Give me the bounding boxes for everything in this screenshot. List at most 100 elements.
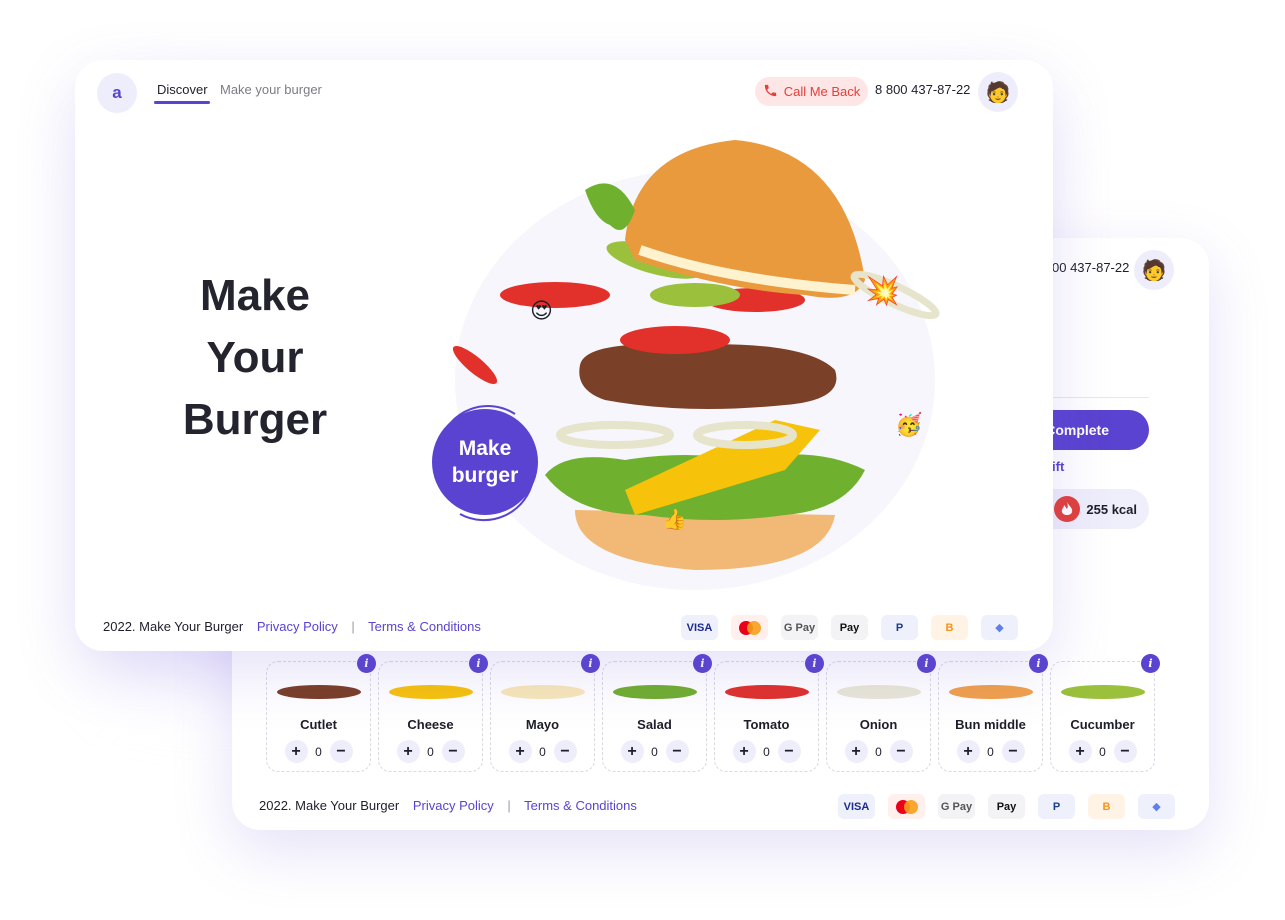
plus-button[interactable]: +: [844, 740, 868, 763]
plus-button[interactable]: +: [732, 740, 756, 763]
quantity-value: 0: [315, 744, 322, 759]
plus-button[interactable]: +: [284, 740, 308, 763]
ingredient-name: Bun middle: [955, 717, 1026, 732]
ingredient-name: Salad: [637, 717, 672, 732]
apple-pay-icon: Pay: [831, 615, 868, 640]
minus-button[interactable]: −: [777, 740, 801, 763]
footer: 2022. Make Your Burger Privacy Policy | …: [259, 798, 637, 813]
hero-title: Make Your Burger: [155, 265, 355, 451]
terms-link[interactable]: Terms & Conditions: [524, 798, 637, 813]
paypal-icon: P: [1038, 794, 1075, 819]
minus-button[interactable]: −: [889, 740, 913, 763]
explosion-icon: 💥: [865, 275, 900, 306]
ingredient-name: Onion: [859, 717, 898, 732]
ingredient-name: Cucumber: [1070, 717, 1135, 732]
quantity-stepper: + 0 −: [939, 740, 1042, 763]
quantity-value: 0: [651, 744, 658, 759]
terms-link[interactable]: Terms & Conditions: [368, 619, 481, 634]
footer: 2022. Make Your Burger Privacy Policy | …: [103, 619, 481, 634]
ingredient-card: i Onion + 0 −: [826, 654, 936, 772]
make-burger-label: Make: [458, 437, 512, 460]
quantity-stepper: + 0 −: [603, 740, 706, 763]
quantity-stepper: + 0 −: [1051, 740, 1154, 763]
party-emoji-icon: 🥳: [895, 412, 923, 437]
bitcoin-icon: B: [931, 615, 968, 640]
logo[interactable]: a: [97, 73, 137, 113]
flame-icon: [1054, 496, 1081, 522]
minus-button[interactable]: −: [441, 740, 465, 763]
quantity-value: 0: [1099, 744, 1106, 759]
phone-icon: [763, 83, 778, 101]
user-avatar-icon[interactable]: 🧑: [1134, 250, 1174, 290]
info-icon[interactable]: i: [805, 654, 824, 673]
bitcoin-icon: B: [1088, 794, 1125, 819]
quantity-stepper: + 0 −: [267, 740, 370, 763]
plus-button[interactable]: +: [508, 740, 532, 763]
heart-eyes-emoji-icon: 😍: [530, 298, 553, 323]
nav-discover[interactable]: Discover: [157, 82, 208, 97]
quantity-stepper: + 0 −: [827, 740, 930, 763]
copyright: 2022. Make Your Burger: [259, 798, 400, 813]
quantity-value: 0: [539, 744, 546, 759]
privacy-link[interactable]: Privacy Policy: [413, 798, 494, 813]
ingredient-name: Cutlet: [300, 717, 337, 732]
minus-button[interactable]: −: [1113, 740, 1137, 763]
info-icon[interactable]: i: [917, 654, 936, 673]
ingredient-image: [837, 685, 921, 699]
nav-active-indicator: [154, 101, 210, 104]
privacy-link[interactable]: Privacy Policy: [257, 619, 338, 634]
info-icon[interactable]: i: [357, 654, 376, 673]
call-me-back-button[interactable]: Call Me Back: [755, 77, 868, 106]
footer-separator: |: [351, 619, 355, 634]
google-pay-icon: G Pay: [938, 794, 975, 819]
nav-make-your-burger[interactable]: Make your burger: [220, 82, 322, 97]
info-icon[interactable]: i: [1029, 654, 1048, 673]
plus-button[interactable]: +: [396, 740, 420, 763]
minus-button[interactable]: −: [1001, 740, 1025, 763]
copyright: 2022. Make Your Burger: [103, 619, 244, 634]
paypal-icon: P: [881, 615, 918, 640]
minus-button[interactable]: −: [329, 740, 353, 763]
gift-link[interactable]: ift: [1052, 459, 1064, 474]
hero-title-line: Make: [199, 271, 311, 320]
quantity-stepper: + 0 −: [491, 740, 594, 763]
make-burger-label: burger: [451, 464, 519, 487]
minus-button[interactable]: −: [553, 740, 577, 763]
ingredient-card: i Tomato + 0 −: [714, 654, 824, 772]
complete-label: Complete: [1045, 422, 1109, 438]
ingredient-card: i Salad + 0 −: [602, 654, 712, 772]
ingredient-name: Cheese: [407, 717, 454, 732]
minus-button[interactable]: −: [665, 740, 689, 763]
footer-separator: |: [507, 798, 511, 813]
info-icon[interactable]: i: [1141, 654, 1160, 673]
plus-button[interactable]: +: [1068, 740, 1092, 763]
ingredient-image: [389, 685, 473, 699]
quantity-value: 0: [427, 744, 434, 759]
plus-button[interactable]: +: [620, 740, 644, 763]
info-icon[interactable]: i: [581, 654, 600, 673]
info-icon[interactable]: i: [693, 654, 712, 673]
thumbs-up-emoji-icon: 👍: [662, 509, 687, 531]
ingredient-name: Tomato: [743, 717, 790, 732]
hero-title-line: Your: [206, 333, 304, 382]
visa-icon: VISA: [681, 615, 718, 640]
ingredient-image: [725, 685, 809, 699]
user-avatar-icon[interactable]: 🧑: [978, 72, 1018, 112]
quantity-stepper: + 0 −: [379, 740, 482, 763]
ingredient-name: Mayo: [525, 717, 560, 732]
make-burger-button[interactable]: Make burger: [432, 409, 538, 515]
phone-number: 8 800 437-87-22: [875, 82, 971, 97]
info-icon[interactable]: i: [469, 654, 488, 673]
ingredient-image: [613, 685, 697, 699]
ingredient-card: i Cucumber + 0 −: [1050, 654, 1160, 772]
google-pay-icon: G Pay: [781, 615, 818, 640]
quantity-value: 0: [875, 744, 882, 759]
ingredient-image: [949, 685, 1033, 699]
visa-icon: VISA: [838, 794, 875, 819]
ingredient-image: [277, 685, 361, 699]
plus-button[interactable]: +: [956, 740, 980, 763]
quantity-value: 0: [763, 744, 770, 759]
ethereum-icon: ◆: [981, 615, 1018, 640]
call-me-back-label: Call Me Back: [783, 84, 861, 99]
ingredient-card: i Mayo + 0 −: [490, 654, 600, 772]
